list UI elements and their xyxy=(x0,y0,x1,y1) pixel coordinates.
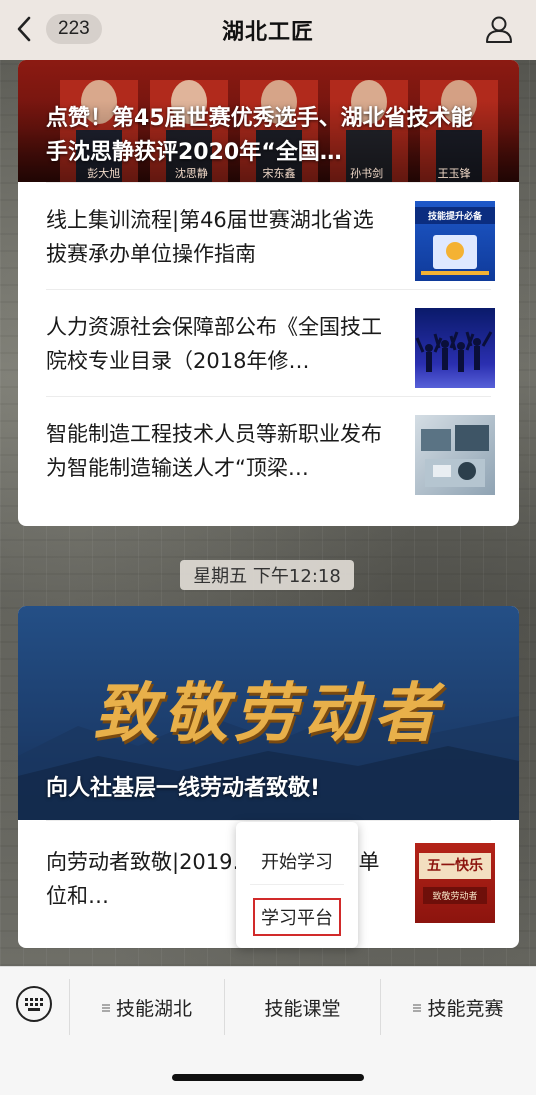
unread-count-badge: 223 xyxy=(46,14,102,44)
menu-tab-label: 技能湖北 xyxy=(115,997,192,1020)
thumbnail-graphic xyxy=(415,331,493,372)
banner-headline: 致敬劳动者 xyxy=(93,677,444,751)
thumbnail-graphic xyxy=(421,425,489,487)
menu-tab-skills-competition[interactable]: 技能竞赛 xyxy=(381,967,536,1047)
article-title: 线上集训流程|第46届世赛湖北省选拔赛承办单位操作指南 xyxy=(46,208,374,266)
hero-article[interactable]: 致敬劳动者 向人社基层一线劳动者致敬! xyxy=(18,606,519,820)
thumbnail-sublabel: 致敬劳动者 xyxy=(423,887,487,904)
keyboard-toggle-button[interactable] xyxy=(15,985,53,1023)
profile-button[interactable] xyxy=(484,14,514,44)
top-navigation-bar: 223 湖北工匠 xyxy=(0,0,536,60)
article-thumbnail: 五一快乐 致敬劳动者 xyxy=(415,843,495,923)
list-item[interactable]: 智能制造工程技术人员等新职业发布为智能制造输送人才“顶梁… xyxy=(46,396,495,503)
article-thumbnail xyxy=(415,415,495,495)
hero-title: 向人社基层一线劳动者致敬! xyxy=(46,776,321,801)
menu-item-learning-platform[interactable]: 学习平台 xyxy=(253,898,341,936)
menu-tab-skills-classroom[interactable]: 技能课堂 xyxy=(225,967,380,1047)
submenu-lines-icon xyxy=(413,996,422,1018)
submenu-lines-icon xyxy=(101,996,110,1018)
submenu-popup: 开始学习 学习平台 xyxy=(236,822,358,948)
article-thumbnail xyxy=(415,308,495,388)
article-title: 人力资源社会保障部公布《全国技工院校专业目录（2018年修… xyxy=(46,315,382,373)
chevron-left-icon xyxy=(16,12,40,46)
thumbnail-label: 五一快乐 xyxy=(419,853,491,879)
menu-item-start-learning[interactable]: 开始学习 xyxy=(236,848,358,874)
hero-title: 点赞！第45届世赛优秀选手、湖北省技术能手沈思静获评2020年“全国… xyxy=(46,106,473,165)
back-button[interactable]: 223 xyxy=(16,12,102,46)
article-card-1: 彭大旭 沈思静 宋东鑫 孙书剑 王玉锋 点赞！第45届世赛优秀选手、湖北省技术能… xyxy=(18,60,519,526)
article-thumbnail: 技能提升必备 xyxy=(415,201,495,281)
page-title: 湖北工匠 xyxy=(221,20,314,45)
message-timestamp: 星期五 下午12:18 xyxy=(180,560,354,590)
article-title: 智能制造工程技术人员等新职业发布为智能制造输送人才“顶梁… xyxy=(46,422,382,480)
menu-tab-label: 技能课堂 xyxy=(264,997,341,1020)
divider xyxy=(250,884,344,885)
hero-article[interactable]: 彭大旭 沈思静 宋东鑫 孙书剑 王玉锋 点赞！第45届世赛优秀选手、湖北省技术能… xyxy=(18,60,519,182)
keyboard-icon xyxy=(16,986,52,1022)
home-indicator xyxy=(172,1074,364,1081)
menu-tab-label: 技能竞赛 xyxy=(427,997,504,1020)
menu-tab-skills-hubei[interactable]: 技能湖北 xyxy=(70,967,224,1047)
thumbnail-graphic xyxy=(421,235,489,275)
list-item[interactable]: 人力资源社会保障部公布《全国技工院校专业目录（2018年修… xyxy=(46,289,495,396)
person-icon xyxy=(486,16,512,43)
list-item[interactable]: 线上集训流程|第46届世赛湖北省选拔赛承办单位操作指南 技能提升必备 xyxy=(46,182,495,289)
